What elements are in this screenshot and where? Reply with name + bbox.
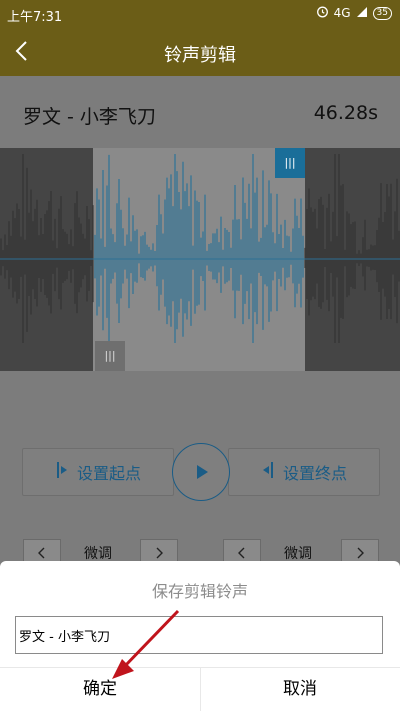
start-handle[interactable]: ||| <box>95 341 125 371</box>
network-label: 4G <box>333 6 351 20</box>
chevron-left-icon <box>38 547 45 559</box>
alarm-icon <box>316 5 329 21</box>
play-icon <box>197 465 208 479</box>
waveform-editor[interactable]: ||| ||| <box>0 148 400 371</box>
status-icons: 4G 35 <box>316 5 392 21</box>
page-title: 铃声剪辑 <box>164 45 236 66</box>
chevron-right-icon <box>357 547 364 559</box>
set-start-button[interactable]: 设置起点 <box>22 448 174 496</box>
fine-tune-label-right: 微调 <box>284 546 312 562</box>
signal-icon <box>356 6 368 21</box>
status-bar: 上午7:31 4G 35 <box>0 0 400 28</box>
ringtone-name-input[interactable]: 罗文 - 小李飞刀 <box>15 616 383 654</box>
chevron-right-icon <box>156 547 163 559</box>
end-handle[interactable]: ||| <box>275 148 305 178</box>
button-divider <box>200 668 201 711</box>
battery-icon: 35 <box>372 6 392 20</box>
cancel-button[interactable]: 取消 <box>283 674 317 699</box>
end-bracket-icon <box>261 460 275 484</box>
app-header: 铃声剪辑 <box>0 28 400 76</box>
fine-tune-label-left: 微调 <box>84 546 112 562</box>
start-bracket-icon <box>55 460 69 484</box>
waveform-graphic <box>0 154 400 343</box>
status-time: 上午7:31 <box>7 10 63 25</box>
play-button[interactable] <box>172 443 230 501</box>
set-start-label: 设置起点 <box>76 464 141 483</box>
annotation-arrow <box>112 609 180 679</box>
set-end-button[interactable]: 设置终点 <box>228 448 380 496</box>
song-name: 罗文 - 小李飞刀 <box>23 106 156 128</box>
song-info: 罗文 - 小李飞刀 46.28s <box>0 76 400 148</box>
save-ringtone-dialog: 保存剪辑铃声 罗文 - 小李飞刀 确定 取消 <box>0 561 400 711</box>
chevron-left-icon <box>238 547 245 559</box>
song-duration: 46.28s <box>313 102 378 124</box>
dialog-title: 保存剪辑铃声 <box>151 582 248 601</box>
set-end-label: 设置终点 <box>282 464 347 483</box>
